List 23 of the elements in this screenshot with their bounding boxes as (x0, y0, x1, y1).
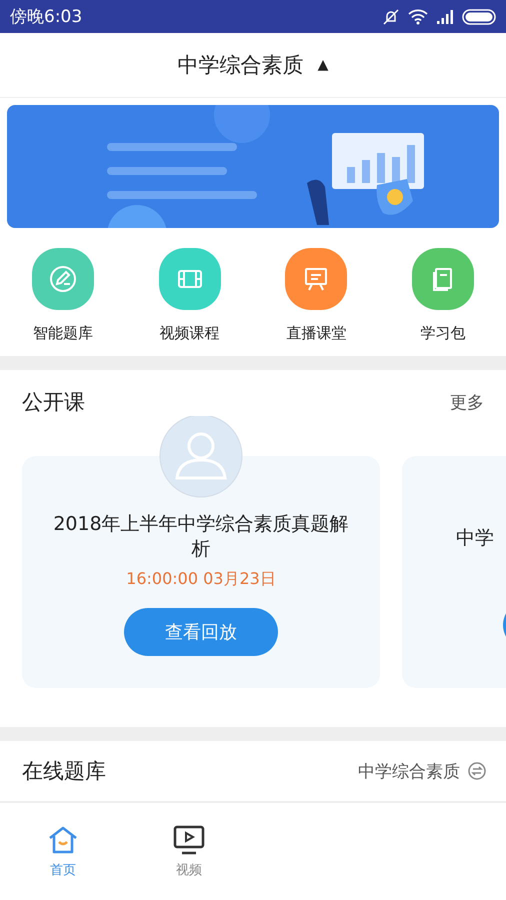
signal-icon (436, 10, 454, 24)
shortcut-item[interactable]: 智能题库 (4, 248, 122, 356)
course-card[interactable]: 中学 (402, 456, 506, 688)
video-icon (172, 824, 206, 854)
subject-dropdown[interactable]: 中学综合素质 ▲ (174, 47, 332, 83)
course-title: 2018年上半年中学综合素质真题解析 (52, 512, 350, 562)
shortcut-item[interactable]: 视频课程 (130, 248, 249, 356)
mute-icon (382, 8, 400, 24)
nav-tab[interactable]: 视频 (126, 803, 252, 900)
shortcut-item[interactable]: 学习包 (384, 248, 502, 356)
course-card[interactable]: 2018年上半年中学综合素质真题解析 16:00:00 03月23日 查看回放 (22, 456, 380, 688)
course-time: 16:00:00 03月23日 (126, 569, 276, 590)
course-title: 中学 (456, 526, 494, 551)
status-time: 傍晚6:03 (10, 6, 82, 28)
section-title: 在线题库 (22, 758, 106, 785)
wifi-icon (408, 8, 428, 24)
section-title: 公开课 (22, 389, 85, 416)
more-link[interactable]: 更多 (450, 390, 484, 414)
avatar-icon (159, 416, 243, 498)
switch-icon (468, 762, 486, 780)
shortcut-item[interactable]: 直播课堂 (257, 248, 376, 356)
battery-icon (462, 8, 496, 24)
subject-selector[interactable]: 中学综合素质 (358, 760, 486, 782)
